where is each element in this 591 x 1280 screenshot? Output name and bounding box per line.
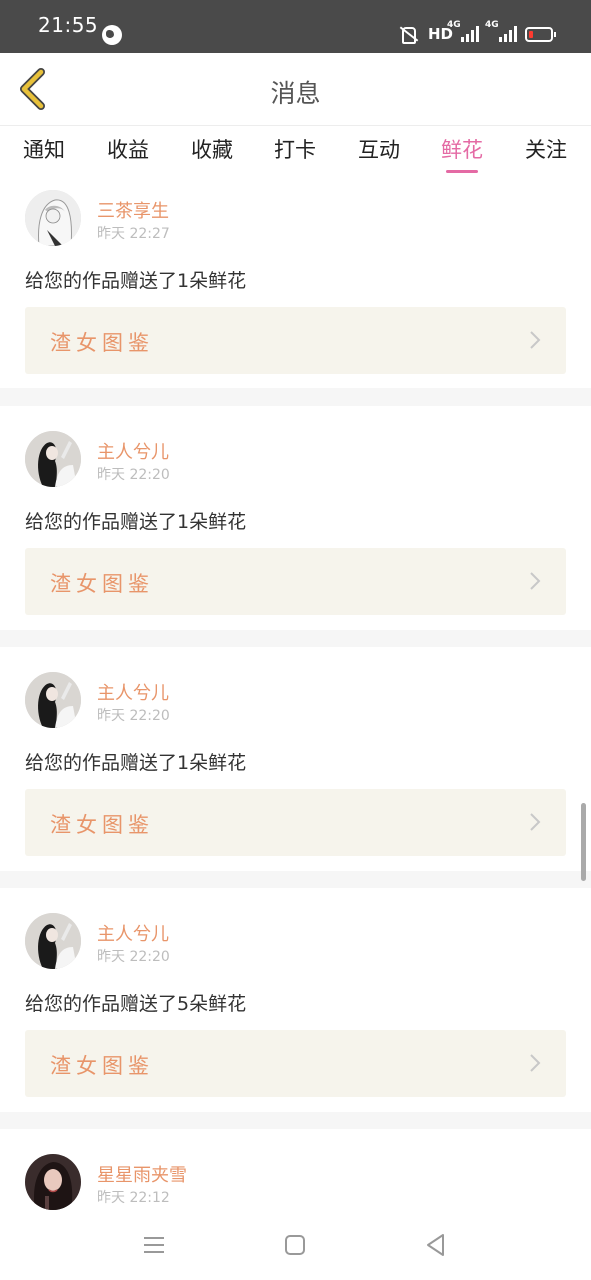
message-text: 给您的作品赠送了1朵鲜花 [25,511,247,533]
tab-earnings[interactable]: 收益 [98,134,158,164]
back-nav-button[interactable] [421,1230,451,1260]
chevron-right-icon [528,329,542,351]
tab-bar: 通知 收益 收藏 打卡 互动 鲜花 关注 [0,125,591,180]
timestamp: 昨天 22:20 [97,949,170,965]
menu-icon [144,1237,164,1253]
navigation-bar [0,1210,591,1280]
tab-flowers[interactable]: 鲜花 [432,134,492,164]
message-card: 星星雨夹雪 昨天 22:12 [0,1129,591,1210]
avatar[interactable] [25,1154,81,1210]
avatar[interactable] [25,431,81,487]
work-title: 渣女图鉴 [50,572,154,596]
tab-follows[interactable]: 关注 [516,134,576,164]
timestamp: 昨天 22:20 [97,467,170,483]
back-icon [427,1234,444,1256]
status-bar: 21:55 HD 4G 4G [0,0,591,53]
signal-icon-2: 4G [485,20,517,42]
network-label-2: 4G [485,20,499,30]
tab-checkin[interactable]: 打卡 [265,134,325,164]
tab-interactions[interactable]: 互动 [349,134,409,164]
avatar-image [25,1154,81,1210]
battery-icon [525,26,556,42]
message-text: 给您的作品赠送了1朵鲜花 [25,270,247,292]
chevron-right-icon [528,570,542,592]
timestamp: 昨天 22:27 [97,226,170,242]
chevron-right-icon [528,811,542,833]
avatar[interactable] [25,672,81,728]
work-link[interactable]: 渣女图鉴 [25,307,566,374]
signal-icon: 4G [447,20,479,42]
username[interactable]: 星星雨夹雪 [97,1161,187,1187]
username[interactable]: 三茶享生 [97,197,169,223]
work-title: 渣女图鉴 [50,1054,154,1078]
username[interactable]: 主人兮儿 [97,679,169,705]
status-time: 21:55 [38,13,99,37]
network-label: 4G [447,20,461,30]
avatar-image [25,672,81,728]
timestamp: 昨天 22:12 [97,1190,170,1206]
page-title: 消息 [270,79,321,108]
mute-icon [396,26,420,44]
avatar-image [25,431,81,487]
home-button[interactable] [280,1230,310,1260]
tab-notifications[interactable]: 通知 [14,134,74,164]
message-card: 主人兮儿 昨天 22:20 给您的作品赠送了1朵鲜花 渣女图鉴 [0,406,591,630]
avatar[interactable] [25,913,81,969]
work-link[interactable]: 渣女图鉴 [25,548,566,615]
status-icons: HD 4G 4G [396,20,556,44]
chevron-right-icon [528,1052,542,1074]
home-icon [285,1235,305,1255]
scrollbar[interactable] [581,803,586,881]
username[interactable]: 主人兮儿 [97,920,169,946]
avatar[interactable] [25,190,81,246]
menu-button[interactable] [139,1230,169,1260]
work-title: 渣女图鉴 [50,331,154,355]
globe-icon [102,25,122,45]
message-card: 三茶享生 昨天 22:27 给您的作品赠送了1朵鲜花 渣女图鉴 [0,180,591,388]
username[interactable]: 主人兮儿 [97,438,169,464]
work-title: 渣女图鉴 [50,813,154,837]
timestamp: 昨天 22:20 [97,708,170,724]
message-card: 主人兮儿 昨天 22:20 给您的作品赠送了1朵鲜花 渣女图鉴 [0,647,591,871]
tab-favorites[interactable]: 收藏 [182,134,242,164]
active-tab-indicator [446,170,478,173]
message-card: 主人兮儿 昨天 22:20 给您的作品赠送了5朵鲜花 渣女图鉴 [0,888,591,1112]
message-text: 给您的作品赠送了5朵鲜花 [25,993,247,1015]
work-link[interactable]: 渣女图鉴 [25,1030,566,1097]
work-link[interactable]: 渣女图鉴 [25,789,566,856]
avatar-image [25,190,81,246]
message-list: 三茶享生 昨天 22:27 给您的作品赠送了1朵鲜花 渣女图鉴 主人兮儿 昨天 … [0,180,591,1210]
page-header: 消息 [0,53,591,125]
message-text: 给您的作品赠送了1朵鲜花 [25,752,247,774]
avatar-image [25,913,81,969]
